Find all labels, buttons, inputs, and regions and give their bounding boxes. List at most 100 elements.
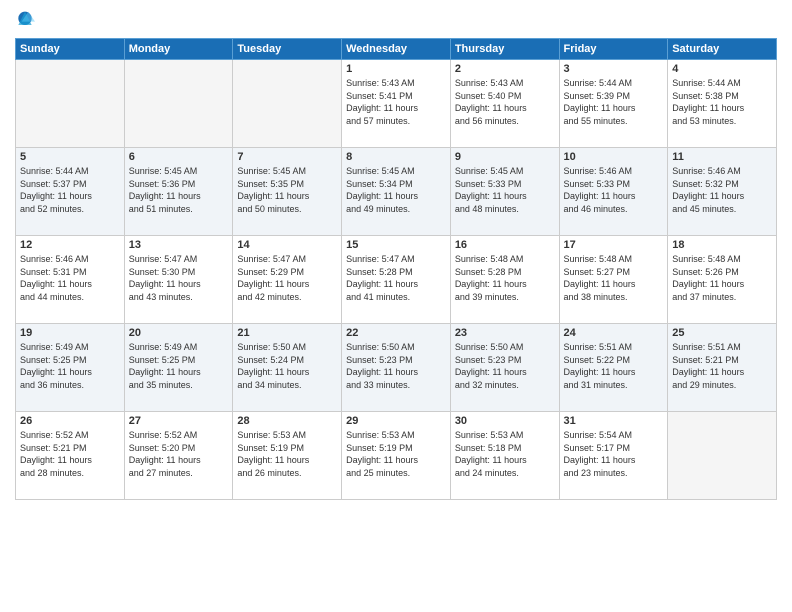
day-info: Sunrise: 5:43 AM Sunset: 5:40 PM Dayligh… — [455, 77, 555, 127]
weekday-header-row: SundayMondayTuesdayWednesdayThursdayFrid… — [16, 39, 777, 60]
weekday-header-sunday: Sunday — [16, 39, 125, 60]
day-number: 28 — [237, 415, 337, 427]
day-info: Sunrise: 5:45 AM Sunset: 5:33 PM Dayligh… — [455, 165, 555, 215]
calendar-cell: 4Sunrise: 5:44 AM Sunset: 5:38 PM Daylig… — [668, 60, 777, 148]
calendar-cell: 22 Sunrise: 5:50 AM Sunset: 5:23 PM Dayli… — [342, 324, 451, 412]
day-number: 29 — [346, 415, 446, 427]
day-number: 4 — [672, 63, 772, 75]
day-number: 19 — [20, 327, 120, 339]
day-info: Sunrise: 5:43 AM Sunset: 5:41 PM Dayligh… — [346, 77, 446, 127]
calendar-cell: 18 Sunrise: 5:48 AM Sunset: 5:26 PM Dayli… — [668, 236, 777, 324]
day-info: Sunrise: 5:50 AM Sunset: 5:24 PM Dayligh… — [237, 341, 337, 391]
day-number: 25 — [672, 327, 772, 339]
day-info: Sunrise: 5:53 AM Sunset: 5:18 PM Dayligh… — [455, 429, 555, 479]
day-info: Sunrise: 5:47 AM Sunset: 5:30 PM Dayligh… — [129, 253, 229, 303]
day-number: 22 — [346, 327, 446, 339]
calendar-cell: 14 Sunrise: 5:47 AM Sunset: 5:29 PM Dayli… — [233, 236, 342, 324]
calendar-cell: 2 Sunrise: 5:43 AM Sunset: 5:40 PM Daylig… — [450, 60, 559, 148]
day-number: 17 — [564, 239, 664, 251]
day-number: 16 — [455, 239, 555, 251]
day-info: Sunrise: 5:44 AM Sunset: 5:39 PM Dayligh… — [564, 77, 664, 127]
calendar-week-2: 5 Sunrise: 5:44 AM Sunset: 5:37 PM Daylig… — [16, 148, 777, 236]
day-info: Sunrise: 5:53 AM Sunset: 5:19 PM Dayligh… — [346, 429, 446, 479]
day-info: Sunrise: 5:50 AM Sunset: 5:23 PM Dayligh… — [455, 341, 555, 391]
calendar-cell: 7 Sunrise: 5:45 AM Sunset: 5:35 PM Daylig… — [233, 148, 342, 236]
day-info: Sunrise: 5:45 AM Sunset: 5:35 PM Dayligh… — [237, 165, 337, 215]
weekday-header-wednesday: Wednesday — [342, 39, 451, 60]
day-info: Sunrise: 5:49 AM Sunset: 5:25 PM Dayligh… — [129, 341, 229, 391]
day-info: Sunrise: 5:45 AM Sunset: 5:36 PM Dayligh… — [129, 165, 229, 215]
logo-icon — [15, 10, 35, 30]
calendar-cell — [124, 60, 233, 148]
calendar-table: SundayMondayTuesdayWednesdayThursdayFrid… — [15, 38, 777, 500]
day-number: 31 — [564, 415, 664, 427]
day-number: 12 — [20, 239, 120, 251]
calendar-cell: 15Sunrise: 5:47 AM Sunset: 5:28 PM Dayli… — [342, 236, 451, 324]
calendar-cell: 11 Sunrise: 5:46 AM Sunset: 5:32 PM Dayli… — [668, 148, 777, 236]
day-number: 24 — [564, 327, 664, 339]
day-number: 1 — [346, 63, 446, 75]
calendar-cell: 27 Sunrise: 5:52 AM Sunset: 5:20 PM Dayli… — [124, 412, 233, 500]
day-info: Sunrise: 5:53 AM Sunset: 5:19 PM Dayligh… — [237, 429, 337, 479]
calendar-cell: 13 Sunrise: 5:47 AM Sunset: 5:30 PM Dayli… — [124, 236, 233, 324]
header — [15, 10, 777, 30]
calendar-cell: 1 Sunrise: 5:43 AM Sunset: 5:41 PM Daylig… — [342, 60, 451, 148]
day-number: 27 — [129, 415, 229, 427]
calendar-week-4: 19 Sunrise: 5:49 AM Sunset: 5:25 PM Dayli… — [16, 324, 777, 412]
calendar-cell: 3 Sunrise: 5:44 AM Sunset: 5:39 PM Daylig… — [559, 60, 668, 148]
logo — [15, 10, 39, 30]
day-info: Sunrise: 5:51 AM Sunset: 5:22 PM Dayligh… — [564, 341, 664, 391]
day-number: 7 — [237, 151, 337, 163]
day-number: 20 — [129, 327, 229, 339]
day-number: 8 — [346, 151, 446, 163]
day-info: Sunrise: 5:48 AM Sunset: 5:27 PM Dayligh… — [564, 253, 664, 303]
calendar-week-5: 26Sunrise: 5:52 AM Sunset: 5:21 PM Dayli… — [16, 412, 777, 500]
day-info: Sunrise: 5:48 AM Sunset: 5:26 PM Dayligh… — [672, 253, 772, 303]
weekday-header-saturday: Saturday — [668, 39, 777, 60]
calendar-cell: 6 Sunrise: 5:45 AM Sunset: 5:36 PM Daylig… — [124, 148, 233, 236]
day-info: Sunrise: 5:54 AM Sunset: 5:17 PM Dayligh… — [564, 429, 664, 479]
day-info: Sunrise: 5:44 AM Sunset: 5:37 PM Dayligh… — [20, 165, 120, 215]
day-info: Sunrise: 5:50 AM Sunset: 5:23 PM Dayligh… — [346, 341, 446, 391]
weekday-header-friday: Friday — [559, 39, 668, 60]
day-info: Sunrise: 5:46 AM Sunset: 5:31 PM Dayligh… — [20, 253, 120, 303]
calendar-cell: 25Sunrise: 5:51 AM Sunset: 5:21 PM Dayli… — [668, 324, 777, 412]
day-number: 10 — [564, 151, 664, 163]
day-info: Sunrise: 5:46 AM Sunset: 5:32 PM Dayligh… — [672, 165, 772, 215]
day-info: Sunrise: 5:52 AM Sunset: 5:20 PM Dayligh… — [129, 429, 229, 479]
calendar-cell: 8Sunrise: 5:45 AM Sunset: 5:34 PM Daylig… — [342, 148, 451, 236]
calendar-cell: 5 Sunrise: 5:44 AM Sunset: 5:37 PM Daylig… — [16, 148, 125, 236]
day-number: 18 — [672, 239, 772, 251]
calendar-cell: 28 Sunrise: 5:53 AM Sunset: 5:19 PM Dayli… — [233, 412, 342, 500]
weekday-header-monday: Monday — [124, 39, 233, 60]
calendar-cell: 21 Sunrise: 5:50 AM Sunset: 5:24 PM Dayli… — [233, 324, 342, 412]
weekday-header-tuesday: Tuesday — [233, 39, 342, 60]
page: SundayMondayTuesdayWednesdayThursdayFrid… — [0, 0, 792, 612]
calendar-week-3: 12 Sunrise: 5:46 AM Sunset: 5:31 PM Dayli… — [16, 236, 777, 324]
day-number: 14 — [237, 239, 337, 251]
calendar-cell: 10 Sunrise: 5:46 AM Sunset: 5:33 PM Dayli… — [559, 148, 668, 236]
day-number: 2 — [455, 63, 555, 75]
calendar-week-1: 1 Sunrise: 5:43 AM Sunset: 5:41 PM Daylig… — [16, 60, 777, 148]
day-number: 9 — [455, 151, 555, 163]
day-number: 3 — [564, 63, 664, 75]
calendar-cell — [16, 60, 125, 148]
day-info: Sunrise: 5:47 AM Sunset: 5:29 PM Dayligh… — [237, 253, 337, 303]
day-info: Sunrise: 5:46 AM Sunset: 5:33 PM Dayligh… — [564, 165, 664, 215]
calendar-cell: 26Sunrise: 5:52 AM Sunset: 5:21 PM Dayli… — [16, 412, 125, 500]
calendar-cell: 16Sunrise: 5:48 AM Sunset: 5:28 PM Dayli… — [450, 236, 559, 324]
calendar-cell — [668, 412, 777, 500]
calendar-cell — [233, 60, 342, 148]
calendar-cell: 31 Sunrise: 5:54 AM Sunset: 5:17 PM Dayli… — [559, 412, 668, 500]
calendar-cell: 12 Sunrise: 5:46 AM Sunset: 5:31 PM Dayli… — [16, 236, 125, 324]
calendar-cell: 23 Sunrise: 5:50 AM Sunset: 5:23 PM Dayli… — [450, 324, 559, 412]
calendar-cell: 19Sunrise: 5:49 AM Sunset: 5:25 PM Dayli… — [16, 324, 125, 412]
day-number: 21 — [237, 327, 337, 339]
day-number: 30 — [455, 415, 555, 427]
day-number: 23 — [455, 327, 555, 339]
day-number: 13 — [129, 239, 229, 251]
day-number: 5 — [20, 151, 120, 163]
day-number: 11 — [672, 151, 772, 163]
day-number: 6 — [129, 151, 229, 163]
calendar-cell: 30 Sunrise: 5:53 AM Sunset: 5:18 PM Dayli… — [450, 412, 559, 500]
